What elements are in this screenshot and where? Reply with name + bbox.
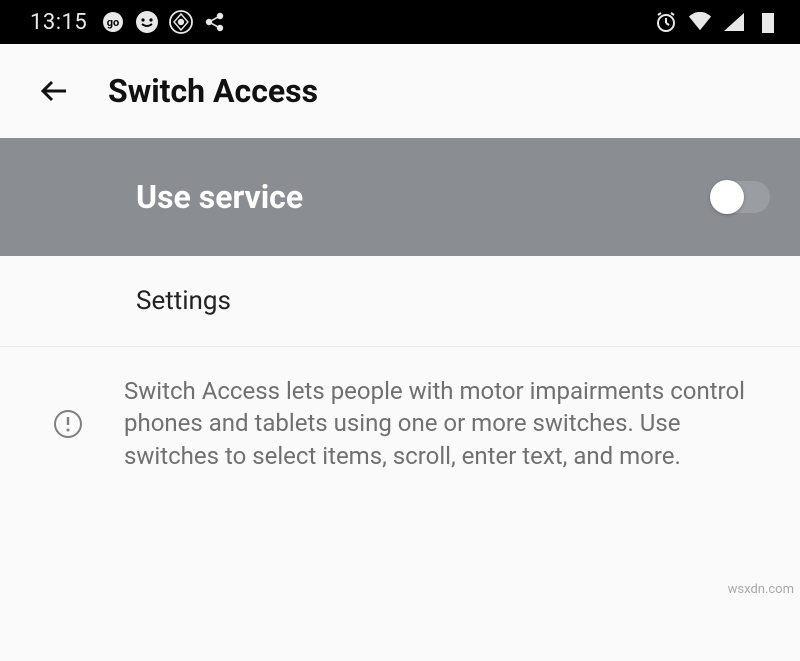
use-service-toggle[interactable] — [712, 181, 770, 213]
page-title: Switch Access — [108, 72, 318, 110]
alarm-icon — [654, 10, 678, 34]
watermark: wsxdn.com — [728, 582, 794, 597]
go-app-icon: go — [101, 10, 125, 34]
svg-text:go: go — [107, 16, 120, 29]
wifi-icon — [688, 10, 712, 34]
status-system-icons — [654, 10, 780, 34]
settings-label: Settings — [136, 286, 231, 316]
app-bar: Switch Access — [0, 44, 800, 138]
status-time: 13:15 — [30, 10, 87, 35]
arrow-left-icon — [38, 75, 70, 107]
info-icon-wrap — [40, 409, 96, 439]
status-notification-icons: go — [101, 10, 227, 34]
info-row: Switch Access lets people with motor imp… — [0, 347, 800, 500]
info-text: Switch Access lets people with motor imp… — [124, 375, 770, 472]
info-alert-icon — [53, 409, 83, 439]
signal-icon — [722, 10, 746, 34]
settings-row[interactable]: Settings — [0, 256, 800, 347]
battery-icon — [756, 10, 780, 34]
shield-app-icon — [169, 10, 193, 34]
use-service-label: Use service — [136, 178, 303, 216]
status-left: 13:15 go — [30, 10, 227, 35]
status-bar: 13:15 go — [0, 0, 800, 44]
use-service-row[interactable]: Use service — [0, 138, 800, 256]
share-icon — [203, 10, 227, 34]
back-button[interactable] — [36, 73, 72, 109]
toggle-thumb — [710, 180, 744, 214]
smiley-icon — [135, 10, 159, 34]
